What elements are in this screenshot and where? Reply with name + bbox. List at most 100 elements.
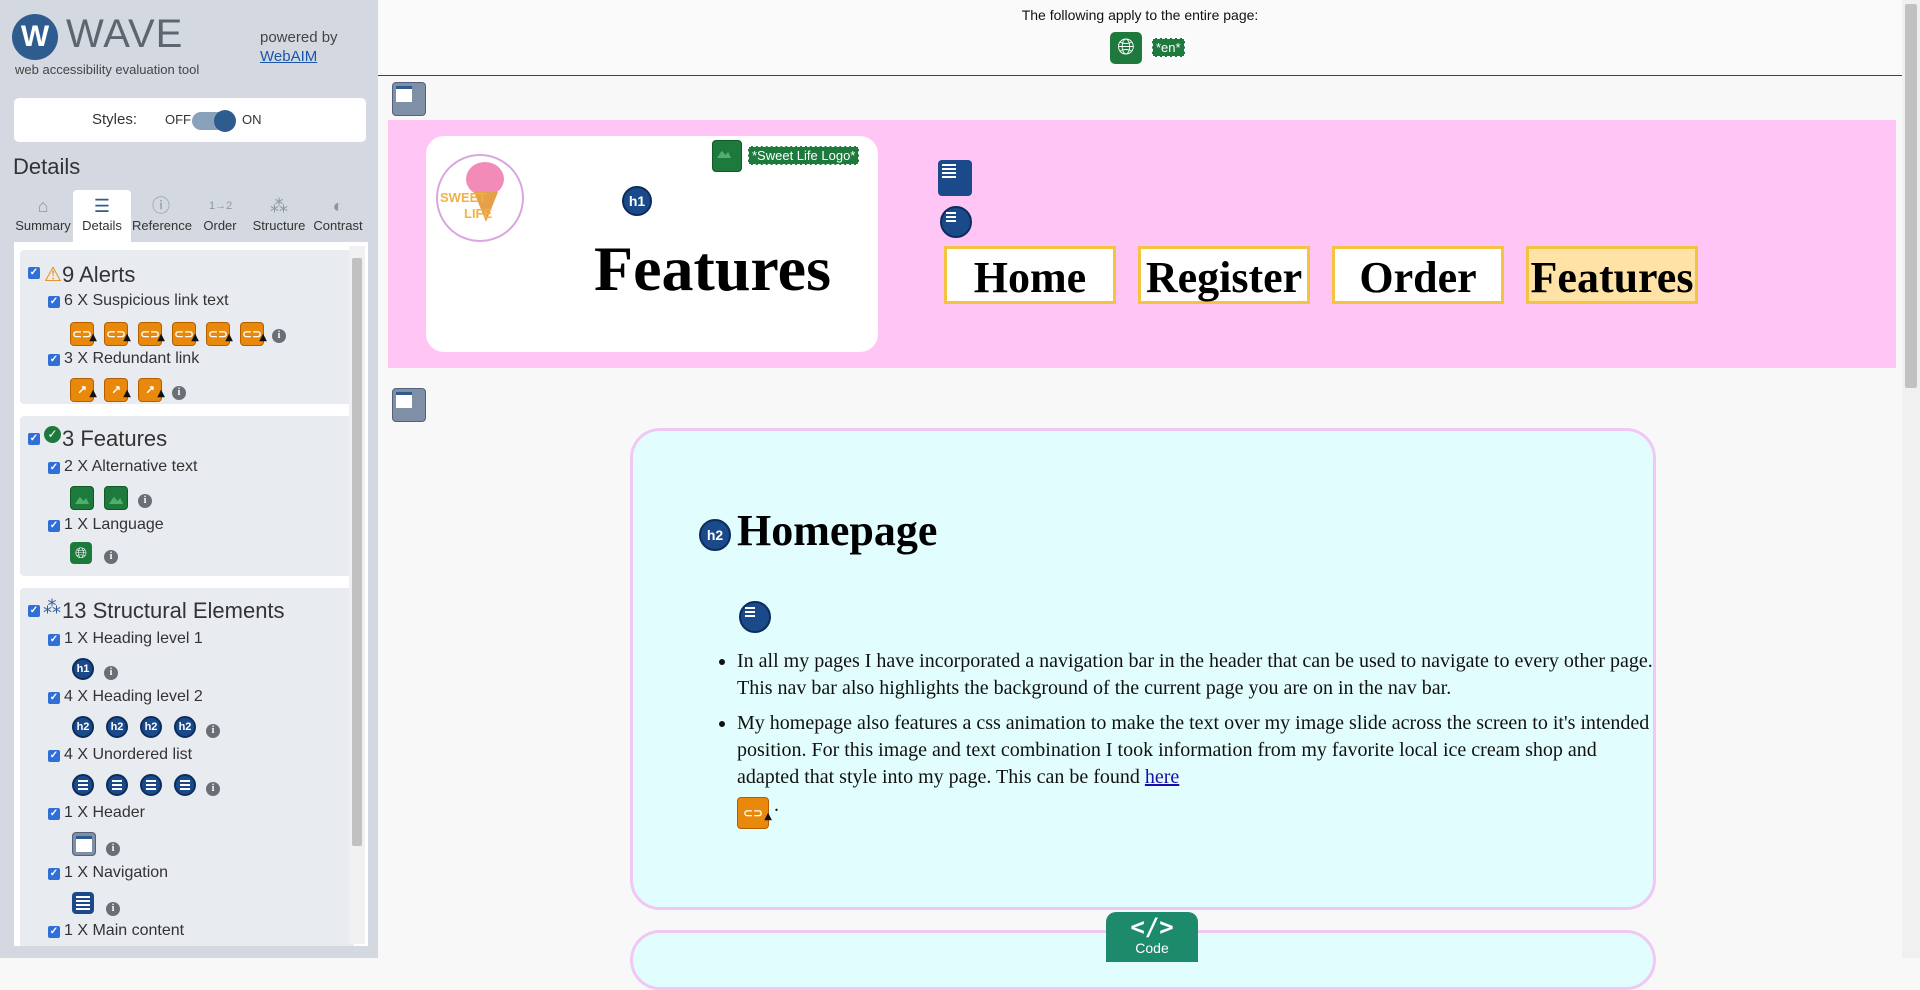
info-icon[interactable]: i: [172, 386, 186, 400]
details-heading: Details: [13, 154, 81, 179]
navigation-checkbox[interactable]: ✓: [48, 868, 60, 880]
header-icon[interactable]: [72, 832, 96, 856]
info-icon[interactable]: i: [206, 724, 220, 738]
suspicious-link-icon[interactable]: ⊂⊃: [172, 322, 199, 349]
alt-text-icon[interactable]: [70, 486, 94, 510]
heading1-icon[interactable]: h1: [622, 186, 652, 216]
suspicious-link-icon[interactable]: ⊂⊃: [70, 322, 97, 349]
alt-text-icon[interactable]: [104, 486, 128, 510]
globe-icon[interactable]: 🌐︎: [70, 542, 92, 564]
heading1-icon[interactable]: h1: [72, 658, 94, 680]
code-button[interactable]: </> Code: [1106, 912, 1198, 962]
header-region-icon[interactable]: [392, 82, 426, 116]
list-icon[interactable]: [940, 206, 972, 238]
language-checkbox[interactable]: ✓: [48, 520, 60, 532]
structure-icon: ⁂: [43, 597, 61, 617]
tab-reference[interactable]: ⓘ Reference: [132, 190, 192, 242]
alt-text-label: 2 X Alternative text: [64, 458, 198, 475]
heading2-icon[interactable]: h2: [699, 519, 731, 551]
suspicious-link-checkbox[interactable]: ✓: [48, 296, 60, 308]
page-scroll-thumb[interactable]: [1905, 4, 1917, 388]
info-icon[interactable]: i: [272, 329, 286, 343]
suspicious-link-icon[interactable]: ⊂⊃: [240, 322, 267, 349]
heading2-icon[interactable]: h2: [106, 716, 128, 738]
suspicious-link-icon[interactable]: ⊂⊃: [138, 322, 165, 349]
nav-order[interactable]: Order: [1332, 246, 1504, 304]
list-item: In all my pages I have incorporated a na…: [737, 648, 1657, 702]
suspicious-link-icon[interactable]: ⊂⊃: [104, 322, 131, 349]
tab-contrast[interactable]: ◐ Contrast: [309, 190, 367, 242]
alerts-title: 9 Alerts: [62, 262, 136, 287]
page-heading: Features: [594, 233, 831, 304]
evaluated-page: The following apply to the entire page: …: [378, 0, 1902, 990]
feature-list: In all my pages I have incorporated a na…: [713, 648, 1657, 832]
list-icon[interactable]: [106, 774, 128, 796]
nav-features[interactable]: Features: [1526, 246, 1698, 304]
language-label: *en*: [1152, 38, 1185, 57]
info-icon[interactable]: i: [206, 782, 220, 796]
info-icon[interactable]: i: [106, 902, 120, 916]
tab-details[interactable]: ☰ Details: [73, 190, 131, 242]
webaim-link[interactable]: WebAIM: [260, 48, 317, 65]
main-content-checkbox[interactable]: ✓: [48, 926, 60, 938]
nav-register[interactable]: Register: [1138, 246, 1310, 304]
navigation-icon[interactable]: [72, 892, 94, 914]
tab-summary[interactable]: ⌂ Summary: [14, 190, 72, 242]
structure-checkbox[interactable]: ✓: [28, 605, 40, 617]
structure-icon: ⁂: [270, 196, 288, 216]
globe-icon[interactable]: 🌐︎: [1110, 32, 1142, 64]
heading2-icon[interactable]: h2: [72, 716, 94, 738]
tab-label: Contrast: [313, 218, 363, 233]
alt-text-icon[interactable]: [712, 140, 742, 172]
navigation-icon[interactable]: [938, 160, 972, 196]
site-header: SWEET LIFE *Sweet Life Logo* h1 Features…: [388, 120, 1896, 368]
suspicious-link-label: 6 X Suspicious link text: [64, 292, 229, 309]
tab-structure[interactable]: ⁂ Structure: [250, 190, 308, 242]
alerts-checkbox[interactable]: ✓: [28, 267, 40, 279]
info-icon[interactable]: i: [104, 550, 118, 564]
powered-by: powered by WebAIM: [260, 28, 338, 66]
heading2-icon[interactable]: h2: [174, 716, 196, 738]
here-link[interactable]: here: [1145, 766, 1179, 788]
homepage-section: h2 Homepage In all my pages I have incor…: [630, 428, 1656, 910]
heading2-label: 4 X Heading level 2: [64, 688, 203, 705]
heading1-checkbox[interactable]: ✓: [48, 634, 60, 646]
list-icon[interactable]: [72, 774, 94, 796]
list-checkbox[interactable]: ✓: [48, 750, 60, 762]
tab-label: Structure: [252, 218, 306, 233]
styles-toggle[interactable]: [192, 110, 236, 132]
redundant-link-icon[interactable]: ↗: [104, 378, 131, 405]
tab-order[interactable]: 1→2 Order: [191, 190, 249, 242]
structure-title: 13 Structural Elements: [62, 598, 285, 623]
info-icon[interactable]: i: [104, 666, 118, 680]
order-icon: 1→2: [209, 200, 233, 212]
main-region-icon[interactable]: [392, 388, 426, 422]
heading2-icon[interactable]: h2: [140, 716, 162, 738]
list-item-text: In all my pages I have incorporated a na…: [737, 650, 1653, 699]
features-checkbox[interactable]: ✓: [28, 433, 40, 445]
nav-home[interactable]: Home: [944, 246, 1116, 304]
structure-group: ✓ ⁂ 13 Structural Elements ✓ 1 X Heading…: [20, 588, 354, 946]
redundant-link-icon[interactable]: ↗: [70, 378, 97, 405]
list-icon[interactable]: [739, 601, 771, 633]
redundant-link-icon[interactable]: ↗: [138, 378, 165, 405]
info-icon[interactable]: i: [138, 494, 152, 508]
page-wide-notice: The following apply to the entire page: …: [378, 0, 1902, 76]
header-checkbox[interactable]: ✓: [48, 808, 60, 820]
warning-icon: ⚠: [44, 264, 62, 286]
suspicious-link-icon[interactable]: ⊂⊃: [206, 322, 233, 349]
list-icon[interactable]: [140, 774, 162, 796]
redundant-link-checkbox[interactable]: ✓: [48, 354, 60, 366]
heading2-checkbox[interactable]: ✓: [48, 692, 60, 704]
page-wide-notice-text: The following apply to the entire page:: [1021, 7, 1259, 23]
info-icon[interactable]: i: [106, 842, 120, 856]
wave-sidebar: W WAVE web accessibility evaluation tool…: [0, 0, 378, 958]
language-label: 1 X Language: [64, 516, 164, 533]
list-icon: ☰: [93, 196, 111, 216]
period: .: [774, 794, 779, 816]
suspicious-link-icon[interactable]: ⊂⊃: [737, 797, 772, 832]
alt-text-checkbox[interactable]: ✓: [48, 462, 60, 474]
list-icon[interactable]: [174, 774, 196, 796]
list-item: My homepage also features a css animatio…: [737, 710, 1657, 832]
sidebar-scroll-thumb[interactable]: [352, 258, 362, 846]
